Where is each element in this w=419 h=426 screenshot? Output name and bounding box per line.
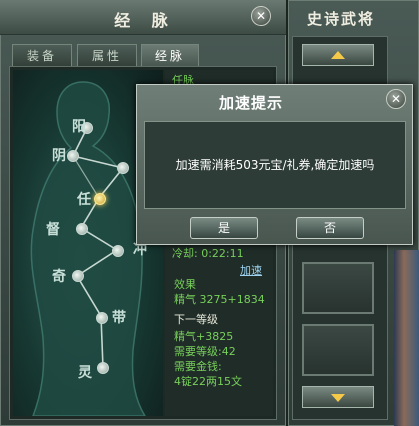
general-slot[interactable] bbox=[302, 262, 374, 314]
effect-title: 效果 bbox=[174, 278, 196, 291]
required-money: 4锭22两15文 bbox=[174, 375, 242, 388]
node-label-ling: 灵 bbox=[78, 365, 92, 381]
scroll-up-button[interactable] bbox=[302, 44, 374, 66]
dialog-message: 加速需消耗503元宝/礼券,确定加速吗 bbox=[175, 158, 375, 172]
meridian-node-ling[interactable] bbox=[97, 362, 109, 374]
meridian-node-chong-upper[interactable] bbox=[117, 162, 129, 174]
node-label-yin: 阴 bbox=[52, 148, 66, 164]
close-icon: ✕ bbox=[255, 9, 267, 23]
meridian-node-du[interactable] bbox=[76, 223, 88, 235]
node-label-ren: 任 bbox=[77, 192, 91, 208]
node-label-yang: 阳 bbox=[72, 119, 86, 135]
tab-equipment[interactable]: 装备 bbox=[12, 44, 72, 66]
accelerate-link[interactable]: 加速 bbox=[240, 262, 262, 278]
dialog-close-button[interactable]: ✕ bbox=[386, 89, 406, 109]
meridian-node-dai[interactable] bbox=[96, 312, 108, 324]
confirm-yes-button[interactable]: 是 bbox=[190, 217, 258, 239]
next-qi-value: 精气+3825 bbox=[174, 330, 234, 343]
meridian-node-ren[interactable] bbox=[94, 193, 106, 205]
arrow-up-icon bbox=[331, 51, 345, 59]
close-button[interactable]: ✕ bbox=[251, 6, 271, 26]
meridian-node-chong[interactable] bbox=[112, 245, 124, 257]
arrow-down-icon bbox=[331, 394, 345, 402]
epic-generals-title: 史诗武将 bbox=[306, 10, 375, 28]
node-label-du: 督 bbox=[46, 222, 60, 238]
meridian-node-yin[interactable] bbox=[67, 150, 79, 162]
required-money-label: 需要金钱: bbox=[174, 360, 222, 373]
node-label-dai: 带 bbox=[112, 310, 126, 326]
node-label-qi: 奇 bbox=[52, 269, 66, 285]
panel-title: 经 脉 bbox=[114, 11, 176, 30]
effect-value: 精气 3275+1834 bbox=[174, 293, 265, 306]
required-level: 需要等级:42 bbox=[174, 345, 236, 358]
confirm-no-button[interactable]: 否 bbox=[296, 217, 364, 239]
tab-meridian[interactable]: 经脉 bbox=[141, 44, 199, 66]
general-slot[interactable] bbox=[302, 324, 374, 376]
dialog-title: 加速提示 bbox=[218, 94, 283, 112]
meridian-node-qi[interactable] bbox=[72, 270, 84, 282]
close-icon: ✕ bbox=[390, 92, 402, 106]
scroll-down-button[interactable] bbox=[302, 386, 374, 408]
next-level-title: 下一等级 bbox=[174, 313, 218, 326]
game-scene-edge bbox=[394, 250, 419, 426]
tab-attributes[interactable]: 属性 bbox=[77, 44, 137, 66]
cooldown-timer: 冷却: 0:22:11 bbox=[172, 247, 244, 260]
